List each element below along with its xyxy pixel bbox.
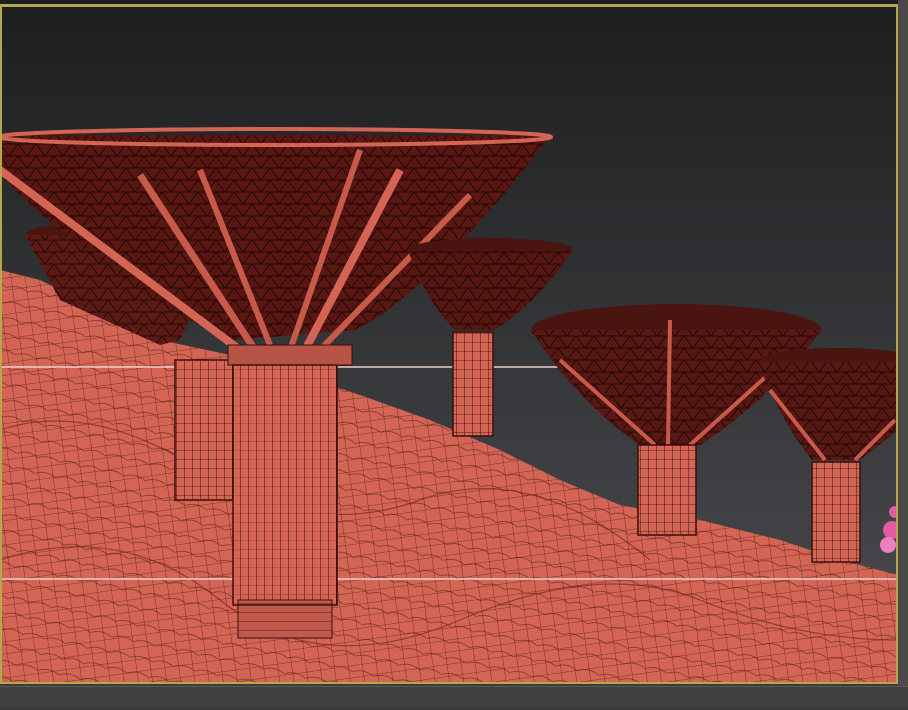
viewport-right-edge — [898, 0, 908, 686]
3d-viewport[interactable] — [0, 0, 908, 707]
scene-render[interactable] — [0, 0, 908, 706]
viewport-bottom-bar — [0, 686, 908, 707]
